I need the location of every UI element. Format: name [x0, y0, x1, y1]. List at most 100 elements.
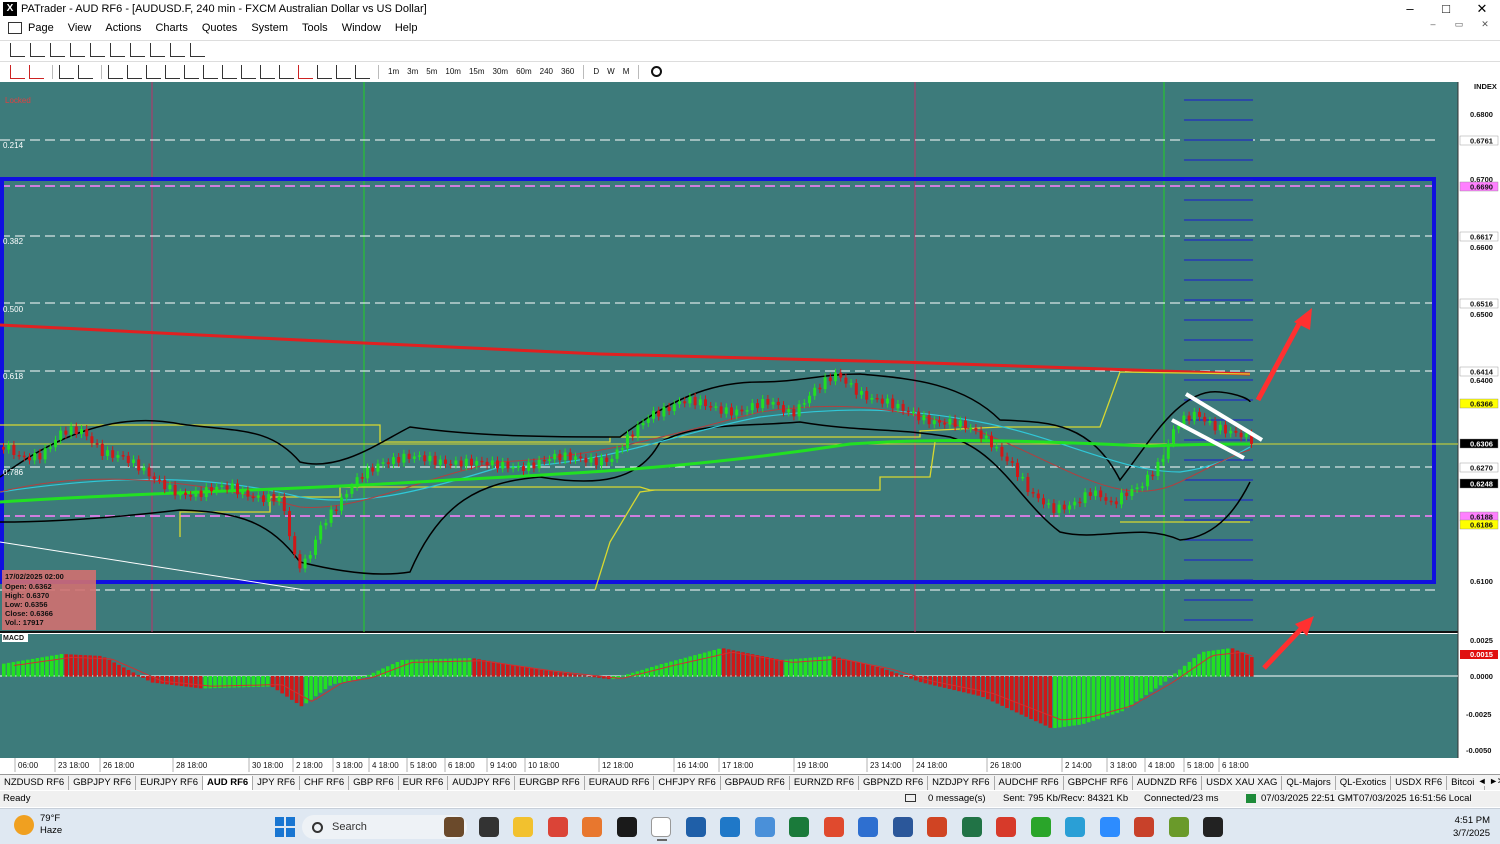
notepad-app-icon[interactable] [720, 817, 740, 837]
maximize-button[interactable]: □ [1428, 0, 1464, 18]
symbol-tab[interactable]: NZDUSD RF6 [0, 775, 70, 790]
pointer-icon[interactable] [108, 64, 123, 79]
mail-icon[interactable] [905, 794, 916, 802]
candle-chart-icon[interactable] [50, 42, 65, 57]
timeframe-5m[interactable]: 5m [423, 67, 440, 76]
fib-fan-icon[interactable] [222, 64, 237, 79]
ohlc-chart-icon[interactable] [30, 42, 45, 57]
s-app-blue-icon[interactable] [858, 817, 878, 837]
symbol-tab[interactable]: EURNZD RF6 [790, 775, 859, 790]
close-button[interactable]: ✕ [1464, 0, 1500, 18]
menu-window[interactable]: Window [342, 22, 381, 34]
symbol-tab[interactable]: GBPCHF RF6 [1064, 775, 1133, 790]
rectangle-icon[interactable] [298, 64, 313, 79]
text-icon[interactable] [336, 64, 351, 79]
zoom-app-icon[interactable] [1099, 817, 1120, 837]
channel-icon[interactable] [184, 64, 199, 79]
system-clock[interactable]: 4:51 PM 3/7/2025 [1453, 814, 1490, 840]
powerpoint-app-icon[interactable] [927, 817, 947, 837]
s-app-red-icon[interactable] [823, 817, 844, 837]
indicator-icon[interactable] [59, 64, 74, 79]
area-chart-icon[interactable] [90, 42, 105, 57]
menu-view[interactable]: View [68, 22, 92, 34]
timeframe-3m[interactable]: 3m [404, 67, 421, 76]
windows-start-icon[interactable] [275, 817, 295, 837]
volume-chart-icon[interactable] [170, 42, 185, 57]
timeframe-10m[interactable]: 10m [442, 67, 464, 76]
symbol-tab[interactable]: QL-Exotics [1336, 775, 1392, 790]
point-figure-chart-icon[interactable] [150, 42, 165, 57]
menu-help[interactable]: Help [395, 22, 418, 34]
timeframe-1m[interactable]: 1m [385, 67, 402, 76]
buy-arrow-icon[interactable] [10, 64, 25, 79]
symbol-tab[interactable]: AUDNZD RF6 [1133, 775, 1203, 790]
symbol-tab[interactable]: GBPJPY RF6 [69, 775, 137, 790]
timeframe-60m[interactable]: 60m [513, 67, 535, 76]
menu-quotes[interactable]: Quotes [202, 22, 237, 34]
timeframe-15m[interactable]: 15m [466, 67, 488, 76]
menu-charts[interactable]: Charts [155, 22, 187, 34]
mdi-minimize-button[interactable]: – [1424, 19, 1442, 30]
symbol-tab[interactable]: GBPAUD RF6 [721, 775, 790, 790]
symbol-tab[interactable]: JPY RF6 [253, 775, 300, 790]
task-view-app-icon[interactable] [478, 817, 499, 837]
chrome-app-icon[interactable] [547, 817, 568, 837]
timeframe-360[interactable]: 360 [558, 67, 577, 76]
renko-chart-icon[interactable] [110, 42, 125, 57]
video-app-icon[interactable] [1134, 817, 1154, 837]
chart-window-icon[interactable] [8, 22, 22, 34]
horizontal-line-icon[interactable] [127, 64, 142, 79]
media-app-icon[interactable] [1203, 817, 1223, 837]
weather-widget[interactable]: 79°F Haze [14, 813, 62, 837]
symbol-tab[interactable]: QL-Majors [1282, 775, 1336, 790]
bar-chart-icon[interactable] [10, 42, 25, 57]
price-chart[interactable]: Locked 0.214 0.382 0.500 0.618 0.786 17/… [0, 82, 1500, 772]
symbol-tab[interactable]: USDX RF6 [1391, 775, 1448, 790]
c-app-green-icon[interactable] [1030, 817, 1051, 837]
fibonacci-icon[interactable] [203, 64, 218, 79]
word-app-icon[interactable] [892, 817, 913, 837]
ic-markets-app-icon[interactable] [616, 817, 637, 837]
gann-icon[interactable] [241, 64, 256, 79]
histogram-chart-icon[interactable] [190, 42, 205, 57]
symbol-tab[interactable]: EUR RF6 [399, 775, 449, 790]
timeframe-monthly[interactable]: M [620, 67, 633, 76]
symbol-tab[interactable]: AUDCHF RF6 [995, 775, 1064, 790]
firefox-app-icon[interactable] [582, 817, 602, 837]
clock-icon[interactable] [651, 66, 663, 77]
symbol-tab[interactable]: GBPNZD RF6 [859, 775, 929, 790]
crosshair-icon[interactable] [78, 64, 93, 79]
timeframe-240[interactable]: 240 [537, 67, 556, 76]
sell-arrow-icon[interactable] [29, 64, 44, 79]
calculator-app-icon[interactable] [685, 817, 706, 837]
symbol-tab[interactable]: AUDJPY RF6 [448, 775, 516, 790]
symbol-tab[interactable]: EURJPY RF6 [136, 775, 203, 790]
wealth-app-icon[interactable] [789, 817, 809, 837]
tab-scroll-arrows[interactable]: ◄ ► [1473, 776, 1498, 786]
telegram-app-icon[interactable] [1065, 817, 1085, 837]
briefcase-app-icon[interactable] [444, 817, 464, 837]
triangle-icon[interactable] [317, 64, 332, 79]
symbol-tab[interactable]: USDX XAU XAG [1202, 775, 1283, 790]
symbol-tab[interactable]: EURGBP RF6 [515, 775, 585, 790]
c-app-red-icon[interactable] [996, 817, 1016, 837]
taskbar-search[interactable]: Search [302, 815, 467, 839]
symbol-tab[interactable]: NZDJPY RF6 [928, 775, 995, 790]
timeframe-30m[interactable]: 30m [490, 67, 512, 76]
trendline-icon[interactable] [165, 64, 180, 79]
label-icon[interactable] [355, 64, 370, 79]
menu-tools[interactable]: Tools [302, 22, 328, 34]
kagi-chart-icon[interactable] [130, 42, 145, 57]
menu-system[interactable]: System [251, 22, 288, 34]
timeframe-weekly[interactable]: W [604, 67, 618, 76]
symbol-tab[interactable]: AUD RF6 [202, 775, 254, 790]
cycle-lines-icon[interactable] [279, 64, 294, 79]
andrews-pitchfork-icon[interactable] [260, 64, 275, 79]
symbol-tab[interactable]: EURAUD RF6 [585, 775, 655, 790]
excel-app-icon[interactable] [961, 817, 982, 837]
mdi-restore-button[interactable]: ▭ [1450, 19, 1468, 30]
photos-app-icon[interactable] [754, 817, 775, 837]
file-explorer-app-icon[interactable] [513, 817, 533, 837]
menu-actions[interactable]: Actions [105, 22, 141, 34]
w-app-icon[interactable] [1168, 817, 1189, 837]
